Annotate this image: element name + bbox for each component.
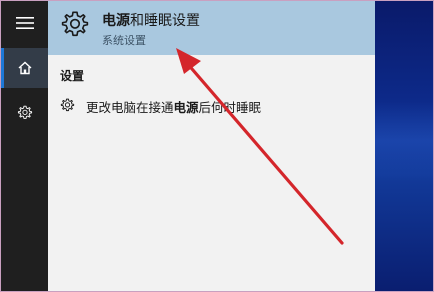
best-match-result[interactable]: 电源和睡眠设置 系统设置 xyxy=(48,1,375,55)
hamburger-menu-icon xyxy=(15,17,34,29)
desktop-glow xyxy=(375,101,433,181)
gear-icon xyxy=(60,98,75,112)
result-label-highlight: 电源 xyxy=(173,100,199,115)
gear-icon xyxy=(17,105,32,119)
home-button[interactable] xyxy=(1,48,48,88)
gear-icon xyxy=(61,11,89,37)
search-results-panel: 电源和睡眠设置 系统设置 设置 更改电脑在接通电源后何时睡眠 xyxy=(48,1,375,291)
best-match-title-highlight: 电源 xyxy=(102,13,130,29)
result-label-post: 后何时睡眠 xyxy=(198,100,262,115)
best-match-title-rest: 和睡眠设置 xyxy=(130,13,200,29)
settings-section-heading: 设置 xyxy=(60,69,85,83)
hamburger-menu-button[interactable] xyxy=(1,3,48,43)
settings-result-label: 更改电脑在接通电源后何时睡眠 xyxy=(86,97,261,116)
result-label-pre: 更改电脑在接通 xyxy=(86,100,174,115)
settings-button[interactable] xyxy=(1,93,48,133)
desktop-background xyxy=(375,1,433,291)
start-sidebar xyxy=(1,1,48,291)
home-icon xyxy=(18,61,31,75)
settings-result-item[interactable]: 更改电脑在接通电源后何时睡眠 xyxy=(48,93,375,119)
best-match-title: 电源和睡眠设置 xyxy=(102,10,200,30)
screenshot-frame: 电源和睡眠设置 系统设置 设置 更改电脑在接通电源后何时睡眠 xyxy=(0,0,434,292)
best-match-subtitle: 系统设置 xyxy=(102,34,146,47)
